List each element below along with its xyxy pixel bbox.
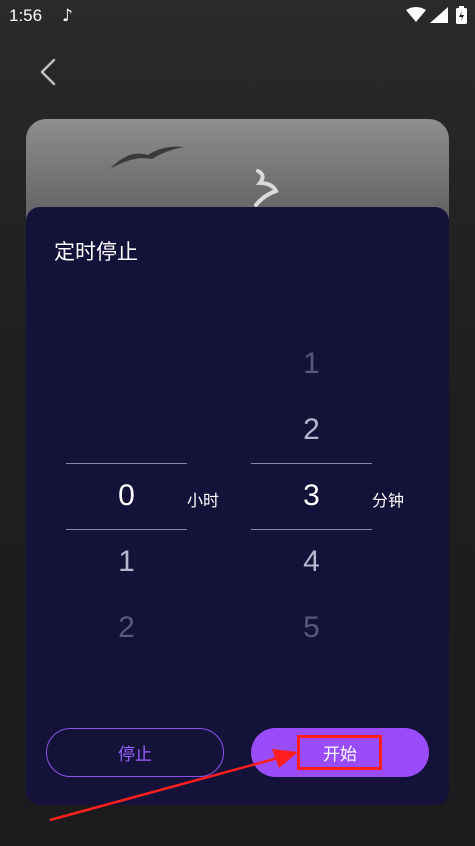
- minutes-option[interactable]: 5: [251, 611, 372, 645]
- music-note-icon: ♪: [62, 6, 73, 26]
- status-bar: 1:56 ♪: [0, 0, 475, 34]
- hours-picker-bottom-line: [66, 529, 187, 530]
- hours-option[interactable]: 1: [66, 545, 187, 579]
- minutes-option[interactable]: 1: [251, 347, 372, 381]
- battery-icon: [456, 6, 467, 28]
- minutes-option[interactable]: 4: [251, 545, 372, 579]
- hours-option-selected[interactable]: 0: [66, 479, 187, 513]
- timer-sheet: 定时停止 0 1 2 小时 1 2 3 4 5 分钟 停止 开始: [26, 207, 449, 805]
- hours-option[interactable]: 2: [66, 611, 187, 645]
- minutes-option[interactable]: 2: [251, 413, 372, 447]
- back-button[interactable]: [30, 52, 66, 92]
- sheet-title: 定时停止: [54, 240, 138, 264]
- annotation-highlight-box: [297, 735, 382, 770]
- minutes-picker-top-line: [251, 463, 372, 464]
- wifi-icon: [406, 7, 426, 27]
- bird-icon: [110, 146, 184, 169]
- hours-picker-top-line: [66, 463, 187, 464]
- minutes-option-selected[interactable]: 3: [251, 479, 372, 513]
- chevron-left-icon: [40, 58, 56, 86]
- minutes-picker-bottom-line: [251, 529, 372, 530]
- stop-button[interactable]: 停止: [46, 728, 224, 777]
- minutes-unit-label: 分钟: [372, 491, 405, 510]
- signal-icon: [430, 7, 448, 27]
- status-time: 1:56: [9, 6, 43, 25]
- hours-unit-label: 小时: [187, 491, 220, 510]
